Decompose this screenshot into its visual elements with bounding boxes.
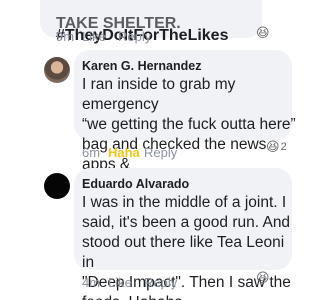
like-button[interactable]: Like xyxy=(82,29,116,44)
reply-button[interactable]: Reply xyxy=(144,145,177,160)
comment-actions: 9m Like Reply xyxy=(56,29,151,44)
reply-button[interactable]: Reply xyxy=(144,275,177,290)
haha-reaction-icon: 😆 xyxy=(256,270,270,285)
reaction-count: 2 xyxy=(280,141,287,153)
comment-actions: 6m Haha Reply xyxy=(82,145,177,160)
comment-author[interactable]: Karen G. Hernandez xyxy=(82,59,201,73)
comment-actions: 4m Like Reply xyxy=(82,275,177,290)
reply-button[interactable]: Reply xyxy=(118,29,151,44)
like-button[interactable]: Like xyxy=(108,275,142,290)
comment-author[interactable]: Eduardo Alvarado xyxy=(82,177,189,191)
avatar[interactable] xyxy=(44,57,70,83)
haha-reaction-icon: 😆 xyxy=(266,139,280,154)
haha-reaction-icon: 😆 xyxy=(256,25,270,40)
haha-button[interactable]: Haha xyxy=(108,145,142,160)
comment-time: 6m xyxy=(82,145,101,160)
reaction-summary[interactable]: 😆 xyxy=(256,26,270,40)
avatar[interactable] xyxy=(44,173,70,199)
reaction-summary[interactable]: 😆 xyxy=(256,271,270,285)
comment-time: 9m xyxy=(56,29,75,44)
comment-time: 4m xyxy=(82,275,101,290)
reaction-summary[interactable]: 😆 2 xyxy=(266,140,287,154)
